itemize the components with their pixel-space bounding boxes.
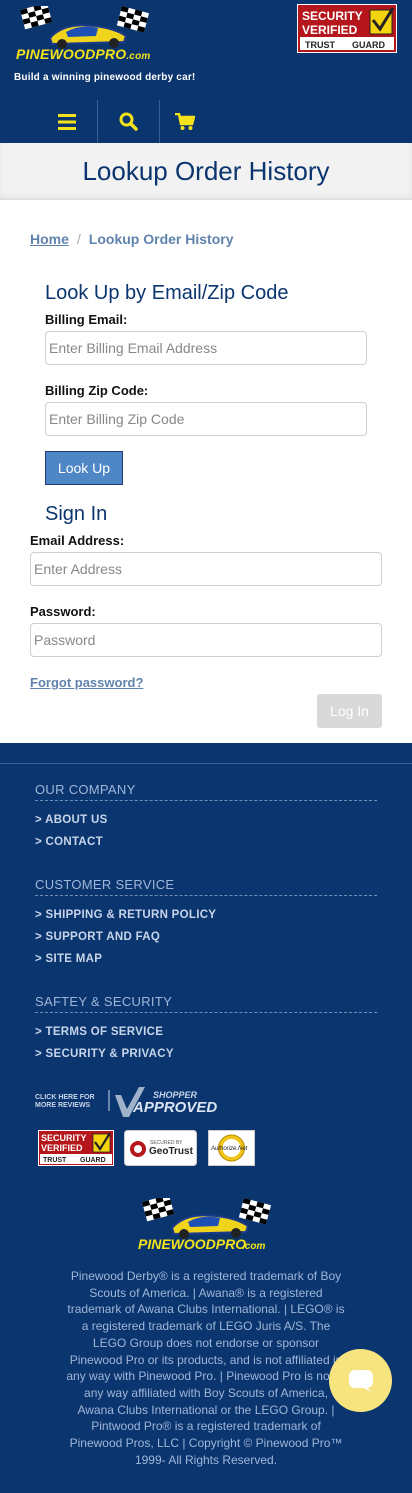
footer-section-title-customer-service: CUSTOMER SERVICE <box>35 877 377 896</box>
look-up-button[interactable]: Look Up <box>45 451 123 485</box>
menu-icon <box>57 113 76 130</box>
svg-text:TRUST: TRUST <box>305 40 335 50</box>
svg-text:VERIFIED: VERIFIED <box>41 1143 83 1153</box>
breadcrumb-separator: / <box>76 231 81 247</box>
cart-button[interactable] <box>160 100 210 143</box>
forgot-password-link[interactable]: Forgot password? <box>30 675 143 690</box>
svg-text:VERIFIED: VERIFIED <box>302 23 358 37</box>
svg-text:TRUST: TRUST <box>43 1157 67 1164</box>
footer-section-title-safety-security: SAFTEY & SECURITY <box>35 994 377 1013</box>
shopper-approved-badge[interactable]: CLICK HERE FOR MORE REVIEWS SHOPPER APPR… <box>35 1083 225 1119</box>
billing-zip-input[interactable] <box>45 402 367 436</box>
search-icon <box>119 112 138 131</box>
footer-link-terms[interactable]: > TERMS OF SERVICE <box>35 1026 163 1038</box>
svg-text:GUARD: GUARD <box>352 40 385 50</box>
password-input[interactable] <box>30 623 382 657</box>
breadcrumb-current: Lookup Order History <box>88 231 234 247</box>
svg-text:PINEWOODPRO: PINEWOODPRO <box>138 1236 246 1252</box>
cart-icon <box>175 112 195 130</box>
breadcrumb: Home / Lookup Order History <box>30 231 233 247</box>
authorize-net-badge[interactable]: Authorize.Net <box>208 1130 255 1166</box>
page-title: Lookup Order History <box>82 156 330 186</box>
lookup-heading: Look Up by Email/Zip Code <box>45 282 289 304</box>
footer-section-title-our-company: OUR COMPANY <box>35 782 377 801</box>
log-in-button[interactable]: Log In <box>317 694 382 728</box>
svg-text:SECURITY: SECURITY <box>41 1133 87 1143</box>
chat-button[interactable] <box>329 1349 392 1412</box>
footer-link-site-map[interactable]: > SITE MAP <box>35 953 102 965</box>
footer-divider <box>0 763 412 764</box>
page-title-band: Lookup Order History <box>0 143 412 200</box>
menu-button[interactable] <box>36 100 98 143</box>
search-button[interactable] <box>98 100 160 143</box>
chat-bubble-icon <box>348 1369 373 1392</box>
footer-link-security-privacy[interactable]: > SECURITY & PRIVACY <box>35 1048 174 1060</box>
svg-text:Authorize.Net: Authorize.Net <box>210 1146 248 1152</box>
svg-text:SECURITY: SECURITY <box>302 9 363 23</box>
trust-guard-footer-badge[interactable]: SECURITY VERIFIED TRUST GUARD <box>38 1130 114 1166</box>
svg-text:CLICK HERE FOR: CLICK HERE FOR <box>35 1094 95 1101</box>
site-header: PINEWOODPRO.com Build a winning pinewood… <box>0 0 412 143</box>
footer-link-shipping-return[interactable]: > SHIPPING & RETURN POLICY <box>35 909 216 921</box>
sign-in-heading: Sign In <box>45 503 108 525</box>
svg-text:GUARD: GUARD <box>80 1157 106 1164</box>
billing-email-input[interactable] <box>45 331 367 365</box>
password-label: Password: <box>30 604 96 619</box>
svg-text:APPROVED: APPROVED <box>132 1099 217 1116</box>
billing-email-label: Billing Email: <box>45 312 128 327</box>
svg-text:GeoTrust: GeoTrust <box>149 1146 194 1157</box>
footer-pinewood-pro-logo[interactable]: PINEWOODPRO .com <box>136 1198 282 1254</box>
email-address-input[interactable] <box>30 552 382 586</box>
svg-text:MORE REVIEWS: MORE REVIEWS <box>35 1102 91 1109</box>
footer-link-contact[interactable]: > CONTACT <box>35 836 103 848</box>
main-nav <box>36 100 216 143</box>
svg-text:.com: .com <box>242 1241 265 1252</box>
breadcrumb-home-link[interactable]: Home <box>30 231 69 247</box>
geotrust-badge[interactable]: SECURED BY GeoTrust <box>124 1130 197 1166</box>
email-address-label: Email Address: <box>30 533 125 548</box>
trust-guard-badge[interactable]: SECURITY VERIFIED TRUST GUARD <box>297 4 397 53</box>
billing-zip-label: Billing Zip Code: <box>45 383 149 398</box>
footer-link-about-us[interactable]: > ABOUT US <box>35 814 108 826</box>
footer-disclaimer: Pinewood Derby® is a registered trademar… <box>66 1269 346 1467</box>
brand-wordmark: PINEWOODPRO.com <box>16 46 151 62</box>
footer-link-support-faq[interactable]: > SUPPORT AND FAQ <box>35 931 160 943</box>
tagline: Build a winning pinewood derby car! <box>14 72 196 83</box>
